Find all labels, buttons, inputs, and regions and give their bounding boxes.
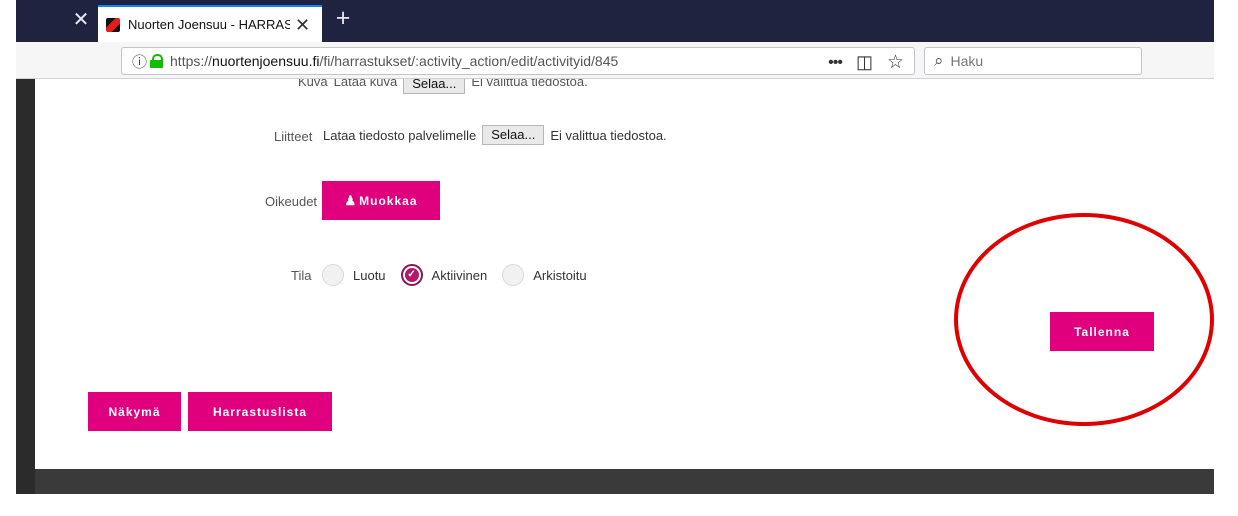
radio-arkistoitu[interactable] — [502, 264, 525, 286]
liitteet-browse-button[interactable]: Selaa... — [482, 125, 545, 145]
liitteet-upload-text: Lataa tiedosto palvelimelle — [323, 127, 477, 143]
radio-aktiivinen[interactable]: ✓ — [400, 264, 423, 286]
red-annotation-circle — [954, 213, 1214, 426]
left-sidebar-strip — [16, 79, 35, 494]
lock-icon[interactable] — [150, 54, 164, 68]
oikeudet-label: Oikeudet — [265, 194, 318, 209]
users-icon: ♟ — [344, 192, 358, 208]
url-text[interactable]: https://nuortenjoensuu.fi/fi/harrastukse… — [170, 53, 618, 69]
pocket-icon[interactable]: ◫ — [856, 52, 873, 73]
navigation-bar: ⓘ https://nuortenjoensuu.fi/fi/harrastuk… — [16, 42, 1214, 79]
liitteet-label: Liitteet — [274, 129, 313, 144]
bookmark-star-icon[interactable]: ☆ — [887, 51, 904, 74]
radio-label-arkistoitu: Arkistoitu — [533, 267, 587, 283]
page-actions-icon[interactable]: ••• — [828, 54, 843, 72]
kuva-browse-button[interactable]: Selaa... — [403, 79, 466, 94]
site-info-icon[interactable]: ⓘ — [132, 51, 147, 72]
browser-window: ✕ Nuorten Joensuu - HARRASTUS ✕ + ⓘ http… — [16, 0, 1214, 494]
new-tab-button[interactable]: + — [330, 6, 356, 32]
url-domain: nuortenjoensuu.fi — [212, 53, 320, 69]
kuva-label: Kuva — [298, 79, 328, 89]
radio-label-luotu: Luotu — [353, 267, 386, 283]
active-tab[interactable]: Nuorten Joensuu - HARRASTUS ✕ — [98, 5, 322, 42]
tab-title: Nuorten Joensuu - HARRASTUS — [128, 17, 290, 32]
muokkaa-button[interactable]: ♟ Muokkaa — [322, 181, 440, 220]
tila-label: Tila — [291, 268, 312, 283]
page-footer — [35, 469, 1214, 494]
search-icon: ⌕ — [934, 51, 944, 70]
close-icon[interactable]: ✕ — [295, 16, 310, 34]
kuva-file-status: Ei valittua tiedostoa. — [471, 79, 588, 89]
view-button[interactable]: Näkymä — [88, 392, 181, 431]
url-path: /fi/harrastukset/:activity_action/edit/a… — [319, 53, 619, 69]
page-actions: ••• ◫ ☆ — [828, 51, 904, 74]
kuva-upload-text: Lataa kuva — [333, 79, 398, 89]
checkmark-icon: ✓ — [404, 268, 419, 282]
muokkaa-button-label: Muokkaa — [359, 193, 418, 208]
radio-label-aktiivinen: Aktiivinen — [431, 267, 488, 283]
tab-bar: ✕ Nuorten Joensuu - HARRASTUS ✕ + — [16, 0, 1214, 42]
activity-list-button[interactable]: Harrastuslista — [188, 392, 332, 431]
address-bar[interactable]: ⓘ https://nuortenjoensuu.fi/fi/harrastuk… — [121, 47, 915, 75]
search-input[interactable]: ⌕ Haku — [924, 47, 1142, 75]
site-favicon-icon — [106, 17, 120, 32]
tila-radio-group[interactable]: Luotu ✓ Aktiivinen Arkistoitu — [322, 262, 602, 288]
liitteet-file-row: Lataa tiedosto palvelimelle Selaa... Ei … — [323, 125, 667, 145]
close-tab-icon[interactable]: ✕ — [70, 9, 92, 31]
kuva-row: Kuva Lataa kuva Selaa... Ei valittua tie… — [298, 79, 588, 94]
search-placeholder: Haku — [950, 53, 984, 69]
radio-luotu[interactable] — [322, 264, 344, 286]
url-prefix: https:// — [170, 53, 213, 69]
liitteet-file-status: Ei valittua tiedostoa. — [550, 127, 667, 143]
